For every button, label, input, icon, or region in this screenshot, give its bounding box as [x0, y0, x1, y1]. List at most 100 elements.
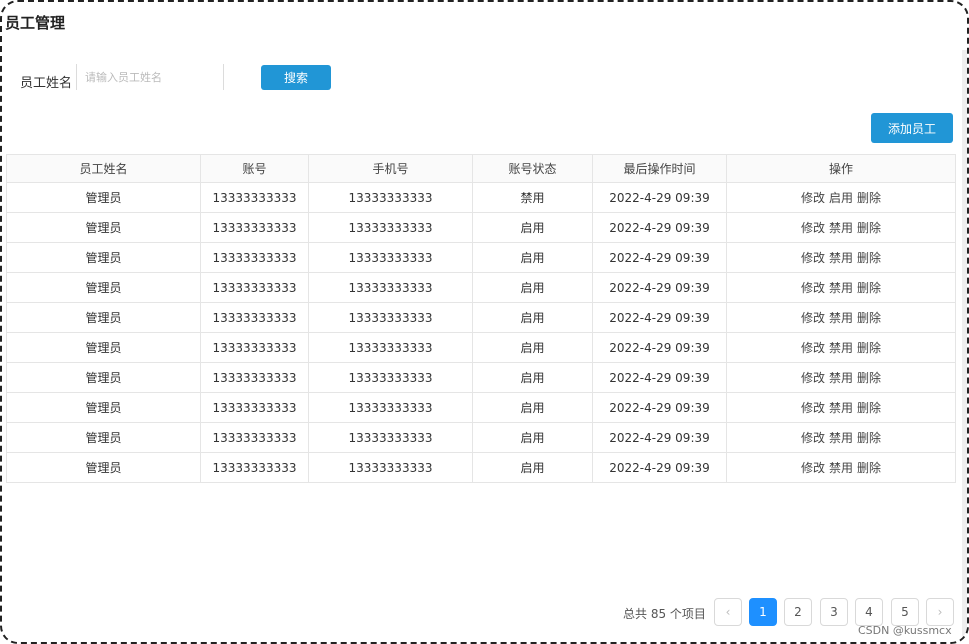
delete-link[interactable]: 删除 — [857, 191, 881, 205]
cell-status: 禁用 — [472, 182, 593, 213]
delete-link[interactable]: 删除 — [857, 461, 881, 475]
edit-link[interactable]: 修改 — [801, 461, 825, 475]
app-window: 员工管理 员工姓名 搜索 添加员工 员工姓名 账号 手机号 账号状态 最后操作时… — [0, 0, 969, 644]
table-row: 管理员 13333333333 13333333333 启用 2022-4-29 09:… — [6, 422, 956, 453]
cell-phone: 13333333333 — [308, 422, 473, 453]
cell-account: 13333333333 — [200, 362, 309, 393]
column-header-name: 员工姓名 — [6, 154, 201, 183]
toggle-status-link[interactable]: 禁用 — [829, 251, 853, 265]
cell-account: 13333333333 — [200, 212, 309, 243]
cell-last-operation-time: 2022-4-29 09:39 — [592, 332, 727, 363]
table-row: 管理员 13333333333 13333333333 启用 2022-4-29 09:… — [6, 392, 956, 423]
prev-page-button[interactable]: ‹ — [714, 598, 742, 626]
cell-phone: 13333333333 — [308, 212, 473, 243]
delete-link[interactable]: 删除 — [857, 371, 881, 385]
pagination: 总共 85 个项目 ‹ 1 2 3 4 5 › — [6, 598, 962, 628]
table-row: 管理员 13333333333 13333333333 禁用 2022-4-29 09:… — [6, 182, 956, 213]
delete-link[interactable]: 删除 — [857, 251, 881, 265]
cell-phone: 13333333333 — [308, 362, 473, 393]
cell-actions: 修改 禁用 删除 — [726, 302, 956, 333]
cell-name: 管理员 — [6, 212, 201, 243]
cell-last-operation-time: 2022-4-29 09:39 — [592, 182, 727, 213]
cell-last-operation-time: 2022-4-29 09:39 — [592, 302, 727, 333]
cell-status: 启用 — [472, 212, 593, 243]
toggle-status-link[interactable]: 禁用 — [829, 281, 853, 295]
delete-link[interactable]: 删除 — [857, 401, 881, 415]
scrollbar-track[interactable] — [962, 50, 967, 642]
cell-actions: 修改 禁用 删除 — [726, 272, 956, 303]
cell-name: 管理员 — [6, 422, 201, 453]
cell-account: 13333333333 — [200, 452, 309, 483]
search-button[interactable]: 搜索 — [261, 65, 331, 90]
cell-name: 管理员 — [6, 242, 201, 273]
cell-name: 管理员 — [6, 362, 201, 393]
edit-link[interactable]: 修改 — [801, 221, 825, 235]
cell-phone: 13333333333 — [308, 392, 473, 423]
cell-account: 13333333333 — [200, 332, 309, 363]
page-1-button[interactable]: 1 — [749, 598, 777, 626]
add-employee-button[interactable]: 添加员工 — [871, 113, 953, 143]
cell-phone: 13333333333 — [308, 332, 473, 363]
cell-name: 管理员 — [6, 182, 201, 213]
edit-link[interactable]: 修改 — [801, 311, 825, 325]
next-page-button[interactable]: › — [926, 598, 954, 626]
cell-last-operation-time: 2022-4-29 09:39 — [592, 392, 727, 423]
table-row: 管理员 13333333333 13333333333 启用 2022-4-29 09:… — [6, 332, 956, 363]
cell-status: 启用 — [472, 422, 593, 453]
toggle-status-link[interactable]: 禁用 — [829, 431, 853, 445]
column-header-last-operation-time: 最后操作时间 — [592, 154, 727, 183]
cell-actions: 修改 禁用 删除 — [726, 422, 956, 453]
cell-account: 13333333333 — [200, 242, 309, 273]
table-row: 管理员 13333333333 13333333333 启用 2022-4-29 09:… — [6, 242, 956, 273]
cell-last-operation-time: 2022-4-29 09:39 — [592, 452, 727, 483]
edit-link[interactable]: 修改 — [801, 401, 825, 415]
toggle-status-link[interactable]: 禁用 — [829, 371, 853, 385]
cell-status: 启用 — [472, 362, 593, 393]
chevron-left-icon: ‹ — [725, 605, 731, 619]
toggle-status-link[interactable]: 禁用 — [829, 401, 853, 415]
cell-last-operation-time: 2022-4-29 09:39 — [592, 272, 727, 303]
cell-phone: 13333333333 — [308, 272, 473, 303]
column-header-actions: 操作 — [726, 154, 956, 183]
delete-link[interactable]: 删除 — [857, 221, 881, 235]
page-5-button[interactable]: 5 — [891, 598, 919, 626]
cell-status: 启用 — [472, 392, 593, 423]
edit-link[interactable]: 修改 — [801, 251, 825, 265]
cell-actions: 修改 禁用 删除 — [726, 392, 956, 423]
delete-link[interactable]: 删除 — [857, 341, 881, 355]
delete-link[interactable]: 删除 — [857, 311, 881, 325]
cell-account: 13333333333 — [200, 392, 309, 423]
cell-account: 13333333333 — [200, 182, 309, 213]
employee-name-input[interactable] — [76, 64, 224, 90]
cell-last-operation-time: 2022-4-29 09:39 — [592, 362, 727, 393]
page-2-button[interactable]: 2 — [784, 598, 812, 626]
table-header-row: 员工姓名 账号 手机号 账号状态 最后操作时间 操作 — [6, 154, 956, 183]
cell-name: 管理员 — [6, 272, 201, 303]
toggle-status-link[interactable]: 禁用 — [829, 221, 853, 235]
table-body: 管理员 13333333333 13333333333 禁用 2022-4-29 09:… — [6, 182, 956, 483]
edit-link[interactable]: 修改 — [801, 371, 825, 385]
chevron-right-icon: › — [937, 605, 943, 619]
cell-last-operation-time: 2022-4-29 09:39 — [592, 422, 727, 453]
delete-link[interactable]: 删除 — [857, 281, 881, 295]
edit-link[interactable]: 修改 — [801, 341, 825, 355]
employee-table: 员工姓名 账号 手机号 账号状态 最后操作时间 操作 管理员 1333333333… — [6, 154, 956, 483]
delete-link[interactable]: 删除 — [857, 431, 881, 445]
cell-status: 启用 — [472, 242, 593, 273]
search-label: 员工姓名 — [20, 76, 73, 91]
cell-last-operation-time: 2022-4-29 09:39 — [592, 212, 727, 243]
toggle-status-link[interactable]: 启用 — [829, 191, 853, 205]
cell-actions: 修改 禁用 删除 — [726, 362, 956, 393]
page-4-button[interactable]: 4 — [855, 598, 883, 626]
edit-link[interactable]: 修改 — [801, 191, 825, 205]
cell-name: 管理员 — [6, 392, 201, 423]
toggle-status-link[interactable]: 禁用 — [829, 311, 853, 325]
column-header-phone: 手机号 — [308, 154, 473, 183]
cell-status: 启用 — [472, 452, 593, 483]
toggle-status-link[interactable]: 禁用 — [829, 461, 853, 475]
table-row: 管理员 13333333333 13333333333 启用 2022-4-29 09:… — [6, 212, 956, 243]
edit-link[interactable]: 修改 — [801, 431, 825, 445]
edit-link[interactable]: 修改 — [801, 281, 825, 295]
toggle-status-link[interactable]: 禁用 — [829, 341, 853, 355]
page-3-button[interactable]: 3 — [820, 598, 848, 626]
